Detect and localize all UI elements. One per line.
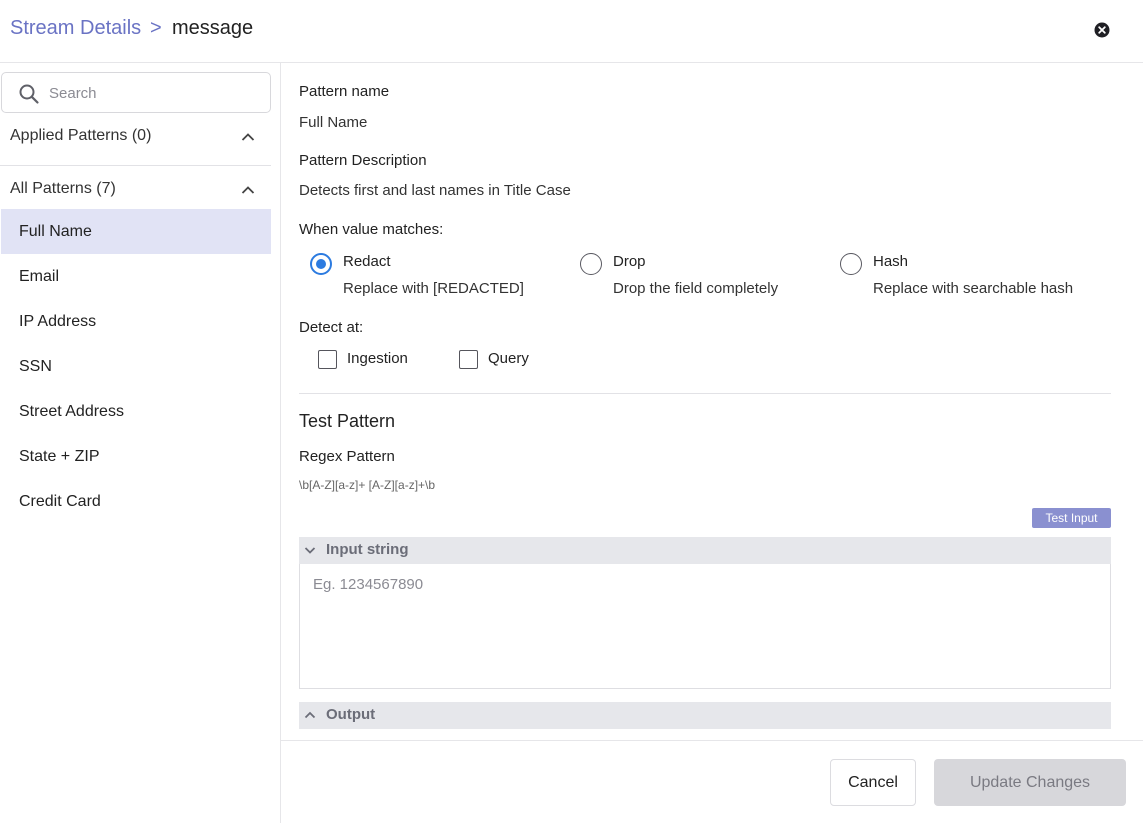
chevron-up-icon [241,133,255,141]
detect-at-label: Detect at: [299,319,364,336]
pattern-item-street-address[interactable]: Street Address [1,389,271,434]
chevron-up-icon [304,711,316,719]
pattern-list: Full Name Email IP Address SSN Street Ad… [1,209,271,524]
close-icon[interactable] [1094,22,1110,38]
pattern-description-label: Pattern Description [299,152,427,169]
applied-patterns-header[interactable]: Applied Patterns (0) [0,123,271,153]
pattern-name-label: Pattern name [299,83,390,100]
pattern-item-full-name[interactable]: Full Name [1,209,271,254]
chevron-down-icon [304,547,316,554]
checkbox-icon[interactable] [318,350,337,369]
pattern-item-state-zip[interactable]: State + ZIP [1,434,271,479]
patterns-sidebar: Applied Patterns (0) All Patterns (7) Fu… [0,63,281,823]
pattern-item-email[interactable]: Email [1,254,271,299]
breadcrumb-separator: > [150,17,162,39]
search-box [1,72,271,113]
input-string-field[interactable] [300,564,1110,688]
radio-hash-description: Replace with searchable hash [873,280,1074,297]
pattern-item-ssn[interactable]: SSN [1,344,271,389]
regex-pattern-value: \b[A-Z][a-z]+ [A-Z][a-z]+\b [299,478,436,492]
test-input-button[interactable]: Test Input [1032,508,1111,528]
input-string-area [299,564,1111,689]
checkbox-icon[interactable] [459,350,478,369]
dialog-footer: Cancel Update Changes [281,740,1143,823]
regex-pattern-label: Regex Pattern [299,448,395,465]
radio-drop-description: Drop the field completely [613,280,779,297]
chevron-up-icon [241,186,255,194]
search-input[interactable] [49,83,259,103]
input-string-accordion[interactable]: Input string [299,537,1111,564]
applied-patterns-label: Applied Patterns (0) [10,127,152,144]
pattern-description-value: Detects first and last names in Title Ca… [299,182,571,199]
input-string-title: Input string [326,541,409,558]
pattern-name-value: Full Name [299,114,368,131]
all-patterns-label: All Patterns (7) [10,180,116,197]
radio-unselected-icon[interactable] [580,253,602,275]
dialog-header: Stream Details > message [0,0,1143,63]
breadcrumb-current: message [172,17,254,39]
all-patterns-header[interactable]: All Patterns (7) [0,176,271,206]
radio-drop-label: Drop [613,253,646,270]
radio-selected-icon[interactable] [310,253,332,275]
update-changes-button[interactable]: Update Changes [934,759,1126,806]
search-icon [19,84,39,104]
checkbox-ingestion-label: Ingestion [347,350,408,367]
test-pattern-title: Test Pattern [299,411,396,431]
pattern-item-credit-card[interactable]: Credit Card [1,479,271,524]
radio-hash-label: Hash [873,253,909,270]
radio-unselected-icon[interactable] [840,253,862,275]
radio-redact-description: Replace with [REDACTED] [343,280,524,297]
sidebar-divider [0,165,271,166]
pattern-item-ip-address[interactable]: IP Address [1,299,271,344]
pattern-details: Pattern name Full Name Pattern Descripti… [299,63,1111,740]
output-accordion[interactable]: Output [299,702,1111,729]
output-title: Output [326,706,376,723]
cancel-button[interactable]: Cancel [830,759,916,806]
breadcrumb-stream-details[interactable]: Stream Details [10,17,141,40]
checkbox-query-label: Query [488,350,529,367]
radio-redact-label: Redact [343,253,391,270]
section-divider [299,393,1111,394]
when-value-matches-label: When value matches: [299,221,444,238]
